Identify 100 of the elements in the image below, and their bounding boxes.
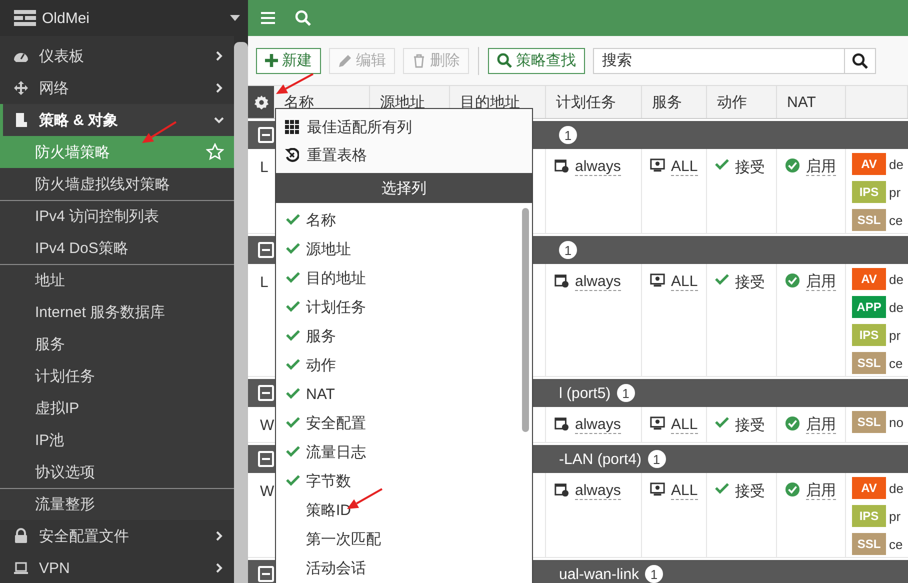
group-label: ual-wan-link bbox=[559, 566, 640, 582]
table-cell: W bbox=[260, 482, 274, 501]
check-icon bbox=[715, 273, 729, 285]
calendar-clock-icon bbox=[554, 273, 569, 288]
count-badge: 1 bbox=[616, 384, 635, 402]
nat-link[interactable]: 启用 bbox=[806, 273, 836, 291]
nav-subitem[interactable]: Internet 服务数据库 bbox=[0, 296, 234, 328]
service-link[interactable]: ALL bbox=[671, 482, 698, 500]
search-field[interactable]: 搜索 bbox=[593, 48, 845, 74]
profile-name: ce bbox=[889, 212, 903, 230]
column-option[interactable]: 源地址 bbox=[276, 235, 518, 264]
chevron-right-icon bbox=[214, 531, 224, 541]
chevron-right-icon bbox=[214, 563, 224, 573]
column-header[interactable]: 服务 bbox=[642, 86, 707, 118]
nav-subitem[interactable]: 协议选项 bbox=[0, 456, 234, 488]
nav-subitem[interactable]: 计划任务 bbox=[0, 360, 234, 392]
check-circle-icon bbox=[785, 158, 800, 173]
check-circle-icon bbox=[785, 273, 800, 288]
nat-link[interactable]: 启用 bbox=[806, 416, 836, 434]
collapse-icon[interactable] bbox=[258, 566, 274, 582]
profile-name: pr bbox=[889, 184, 901, 202]
calendar-clock-icon bbox=[554, 158, 569, 173]
nav-subitem[interactable]: 防火墙虚拟线对策略 bbox=[0, 168, 234, 200]
profile-name: de bbox=[889, 270, 904, 288]
nav-subitem[interactable]: 虚拟IP bbox=[0, 392, 234, 424]
schedule-link[interactable]: always bbox=[575, 158, 621, 176]
settings-icon[interactable] bbox=[254, 94, 268, 110]
nat-link[interactable]: 启用 bbox=[806, 482, 836, 500]
search-button[interactable] bbox=[845, 48, 876, 74]
column-option[interactable]: NAT bbox=[276, 380, 518, 409]
nav-item[interactable]: 网络 bbox=[0, 72, 234, 104]
nav-item[interactable]: 策略 & 对象 bbox=[0, 104, 234, 136]
policy-lookup-button[interactable]: 策略查找 bbox=[488, 48, 585, 74]
column-option[interactable]: 名称 bbox=[276, 206, 518, 235]
profile-tag: AV bbox=[852, 268, 886, 290]
schedule-link[interactable]: always bbox=[575, 273, 621, 291]
laptop-icon bbox=[13, 560, 29, 576]
profile-tag: APP bbox=[852, 296, 886, 318]
column-option[interactable]: 第一次匹配 bbox=[276, 525, 518, 554]
service-link[interactable]: ALL bbox=[671, 158, 698, 176]
group-label: -LAN (port4) bbox=[559, 450, 642, 468]
collapse-icon[interactable] bbox=[258, 242, 274, 258]
collapse-icon[interactable] bbox=[258, 385, 274, 401]
scrollbar-thumb[interactable] bbox=[522, 208, 528, 432]
nav-subitem[interactable]: IPv4 访问控制列表 bbox=[0, 200, 234, 232]
plus-icon bbox=[265, 54, 278, 67]
toolbar-button[interactable]: 新建 bbox=[256, 48, 321, 74]
schedule-link[interactable]: always bbox=[575, 416, 621, 434]
profile-tag: SSL bbox=[852, 352, 886, 374]
column-header[interactable]: 计划任务 bbox=[546, 86, 642, 118]
nav-item[interactable]: VPN bbox=[0, 552, 234, 583]
document-icon bbox=[13, 112, 29, 128]
nav-item[interactable]: 安全配置文件 bbox=[0, 520, 234, 552]
column-option[interactable]: 计划任务 bbox=[276, 293, 518, 322]
nat-link[interactable]: 启用 bbox=[806, 158, 836, 176]
star-icon[interactable] bbox=[206, 143, 224, 161]
calendar-clock-icon bbox=[554, 482, 569, 497]
reset-icon bbox=[285, 148, 299, 162]
column-option[interactable]: 目的地址 bbox=[276, 264, 518, 293]
column-option[interactable]: 动作 bbox=[276, 351, 518, 380]
column-option[interactable]: 安全配置 bbox=[276, 409, 518, 438]
annotation-arrow bbox=[142, 121, 177, 143]
collapse-icon[interactable] bbox=[258, 127, 274, 143]
column-header[interactable]: 动作 bbox=[707, 86, 777, 118]
pencil-icon bbox=[338, 54, 352, 68]
action-text: 接受 bbox=[735, 273, 765, 292]
profile-name: de bbox=[889, 480, 904, 498]
search-icon[interactable] bbox=[295, 10, 311, 26]
column-option[interactable]: 服务 bbox=[276, 322, 518, 351]
count-badge: 1 bbox=[645, 565, 664, 583]
nav-subitem[interactable]: 地址 bbox=[0, 264, 234, 296]
column-option[interactable]: 策略ID bbox=[276, 496, 518, 525]
annotation-arrow bbox=[276, 73, 314, 94]
profile-tag: SSL bbox=[852, 411, 886, 433]
nav-subitem[interactable]: 流量整形 bbox=[0, 488, 234, 520]
logo-icon bbox=[14, 10, 36, 26]
move-arrows-icon bbox=[13, 80, 29, 96]
monitor-icon bbox=[650, 416, 665, 431]
nav-item[interactable]: 仪表板 bbox=[0, 40, 234, 72]
profile-name: ce bbox=[889, 354, 903, 372]
count-badge: 1 bbox=[648, 450, 666, 468]
menu-icon[interactable] bbox=[261, 12, 275, 24]
monitor-icon bbox=[650, 158, 665, 173]
caret-down-icon[interactable] bbox=[230, 15, 240, 21]
action-text: 接受 bbox=[735, 482, 765, 501]
column-header[interactable]: NAT bbox=[777, 86, 846, 118]
nav-subitem[interactable]: IPv4 DoS策略 bbox=[0, 232, 234, 264]
lock-icon bbox=[13, 528, 29, 544]
schedule-link[interactable]: always bbox=[575, 482, 621, 500]
nav-subitem[interactable]: IP池 bbox=[0, 424, 234, 456]
profile-tag: AV bbox=[852, 153, 886, 175]
search-icon bbox=[852, 52, 868, 68]
service-link[interactable]: ALL bbox=[671, 416, 698, 434]
chevron-right-icon bbox=[214, 83, 224, 93]
service-link[interactable]: ALL bbox=[671, 273, 698, 291]
check-icon bbox=[715, 482, 729, 494]
scrollbar-thumb[interactable] bbox=[234, 42, 248, 583]
profile-name: de bbox=[889, 156, 904, 174]
nav-subitem[interactable]: 服务 bbox=[0, 328, 234, 360]
collapse-icon[interactable] bbox=[258, 451, 274, 467]
